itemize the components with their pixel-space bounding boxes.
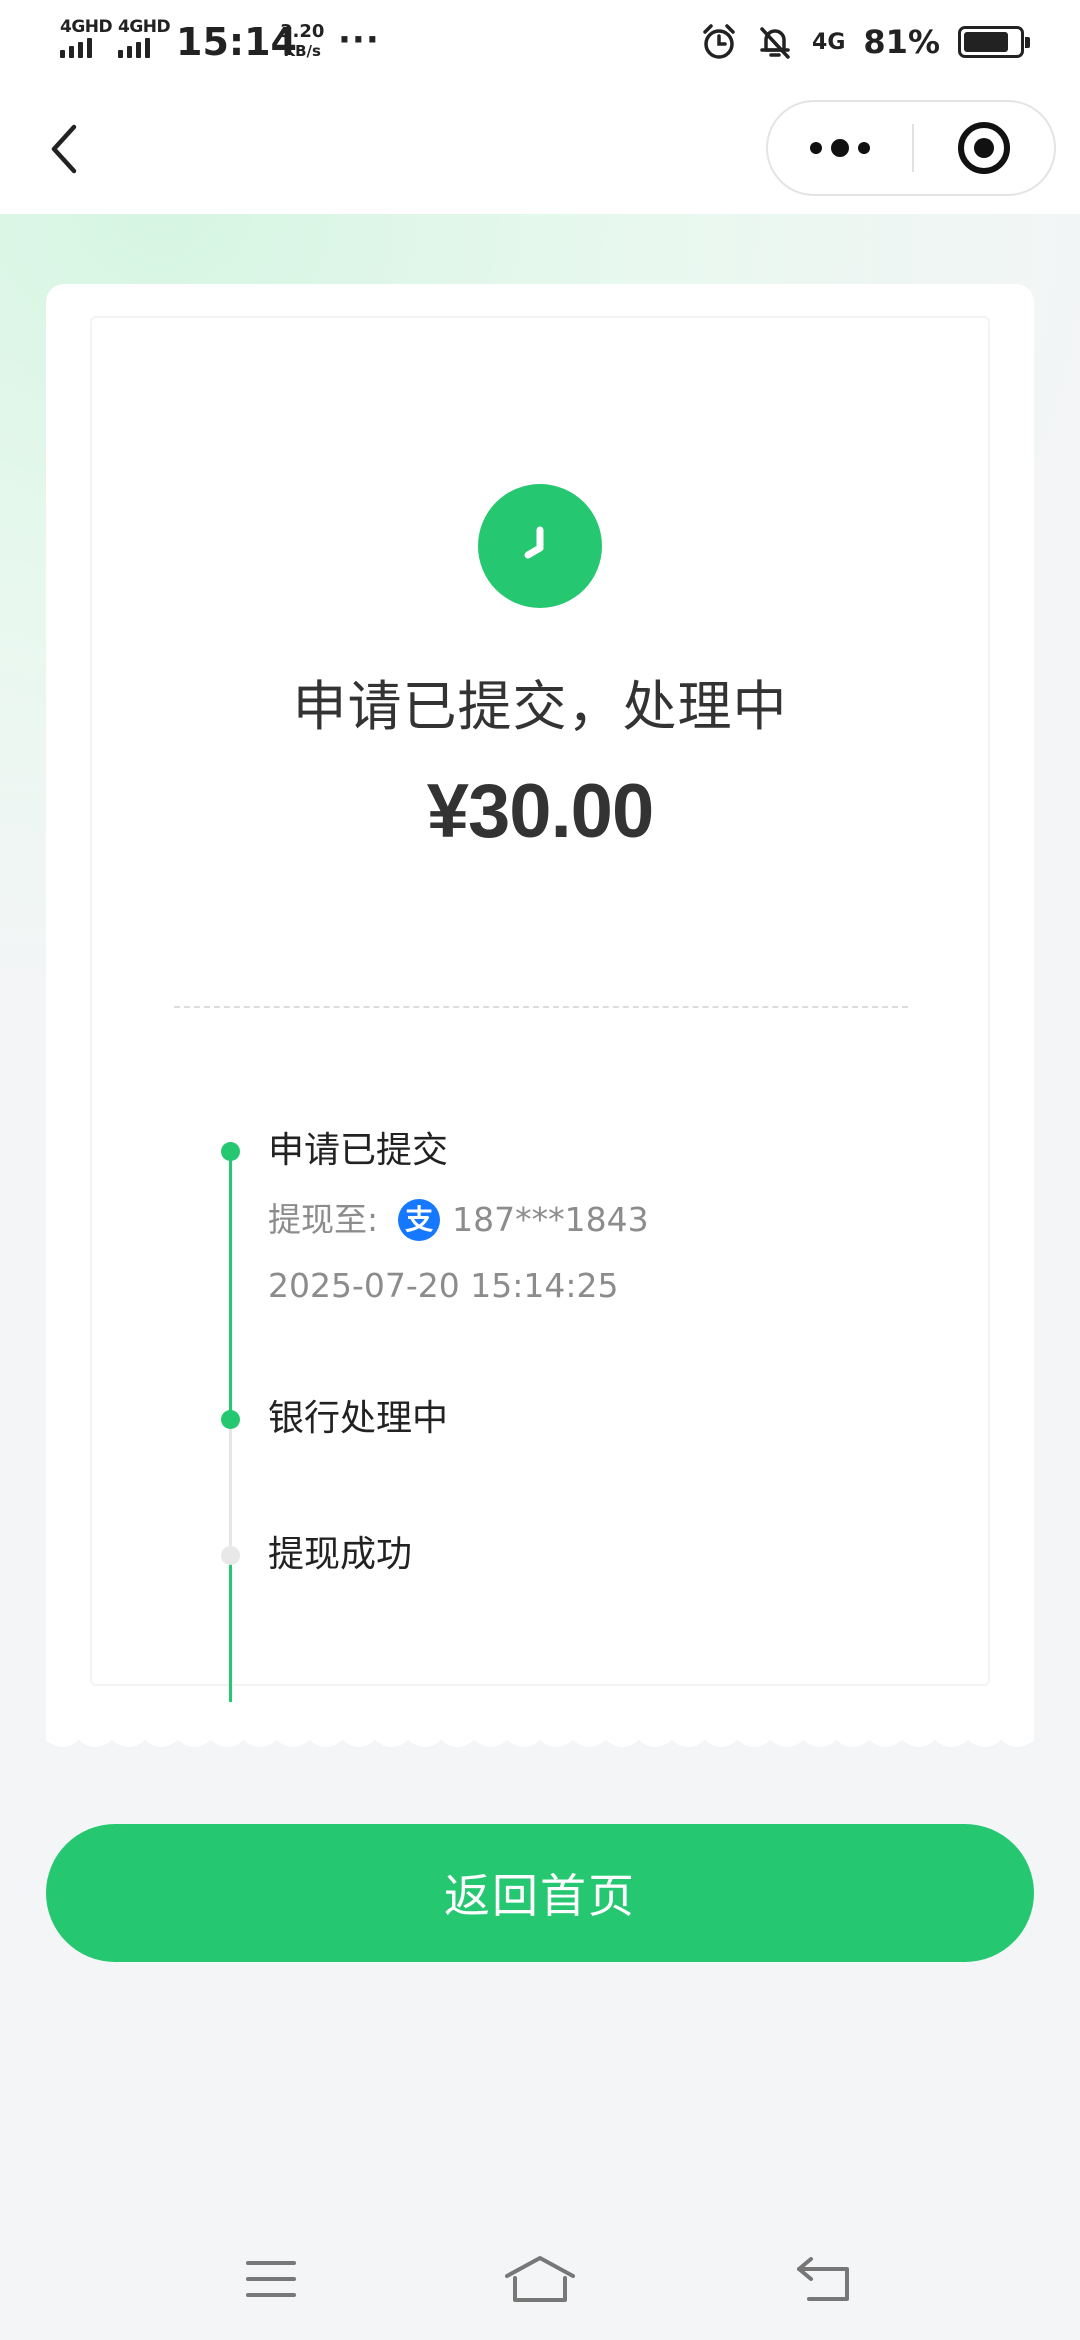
home-icon[interactable] <box>485 2244 595 2314</box>
network-speed-value: 3.20 <box>280 21 325 42</box>
alarm-icon <box>700 23 738 61</box>
chevron-left-icon <box>51 124 77 174</box>
status-bar: 4GHD 4GHD 15:14 3.20 KB/s ··· 4G 81% <box>0 0 1080 84</box>
sim1-signal: 4GHD <box>60 17 113 58</box>
close-mini-program-button[interactable] <box>914 102 1054 194</box>
withdraw-account: 187***1843 <box>452 1200 649 1239</box>
mini-program-capsule <box>766 100 1056 196</box>
timeline-line-pending <box>229 1424 232 1560</box>
battery-level-fill <box>964 32 1008 52</box>
back-icon[interactable] <box>770 2244 880 2314</box>
system-navigation-bar <box>0 2210 1080 2340</box>
more-notifications: ··· <box>338 20 380 60</box>
menu-icon[interactable] <box>216 2244 326 2314</box>
withdraw-to-row: 提现至: 支 187***1843 <box>268 1196 649 1244</box>
status-right-icons: 4G 81% <box>700 20 1030 64</box>
back-button[interactable] <box>30 114 100 184</box>
battery-icon <box>958 26 1030 58</box>
alipay-icon: 支 <box>398 1199 441 1241</box>
target-close-icon <box>958 122 1010 174</box>
sim1-network-label: 4GHD <box>60 17 113 37</box>
timeline-step-title: 提现成功 <box>268 1534 413 1575</box>
signal-bars-icon <box>118 38 150 58</box>
timeline-dot-active <box>221 1410 240 1429</box>
more-button[interactable] <box>768 102 912 194</box>
withdraw-to-label: 提现至: <box>268 1200 379 1239</box>
progress-timeline: 申请已提交 提现至: 支 187***1843 2025-07-20 15:14… <box>46 284 1034 1734</box>
return-home-button[interactable]: 返回首页 <box>46 1824 1034 1962</box>
card-scalloped-edge <box>46 1728 1034 1747</box>
timeline-step-title: 申请已提交 <box>268 1130 449 1171</box>
sim2-network-label: 4GHD <box>118 17 171 37</box>
signal-bars-icon <box>60 38 92 58</box>
timeline-dot-pending <box>221 1546 240 1565</box>
network-speed-unit: KB/s <box>283 42 321 60</box>
timeline-step-title: 银行处理中 <box>268 1398 449 1439</box>
clock-time: 15:14 <box>176 20 297 64</box>
data-network-label: 4G <box>812 29 846 55</box>
network-speed: 3.20 KB/s <box>280 21 325 61</box>
battery-percent: 81% <box>863 23 940 61</box>
submit-timestamp: 2025-07-20 15:14:25 <box>268 1266 619 1305</box>
sim2-signal: 4GHD <box>118 17 171 58</box>
timeline-dot-done <box>221 1142 240 1161</box>
navigation-bar <box>0 84 1080 214</box>
mute-bell-icon <box>756 23 794 61</box>
withdrawal-receipt-card: 申请已提交，处理中 ¥30.00 申请已提交 提现至: 支 187***1843… <box>46 284 1034 1734</box>
more-dots-icon <box>810 139 870 157</box>
